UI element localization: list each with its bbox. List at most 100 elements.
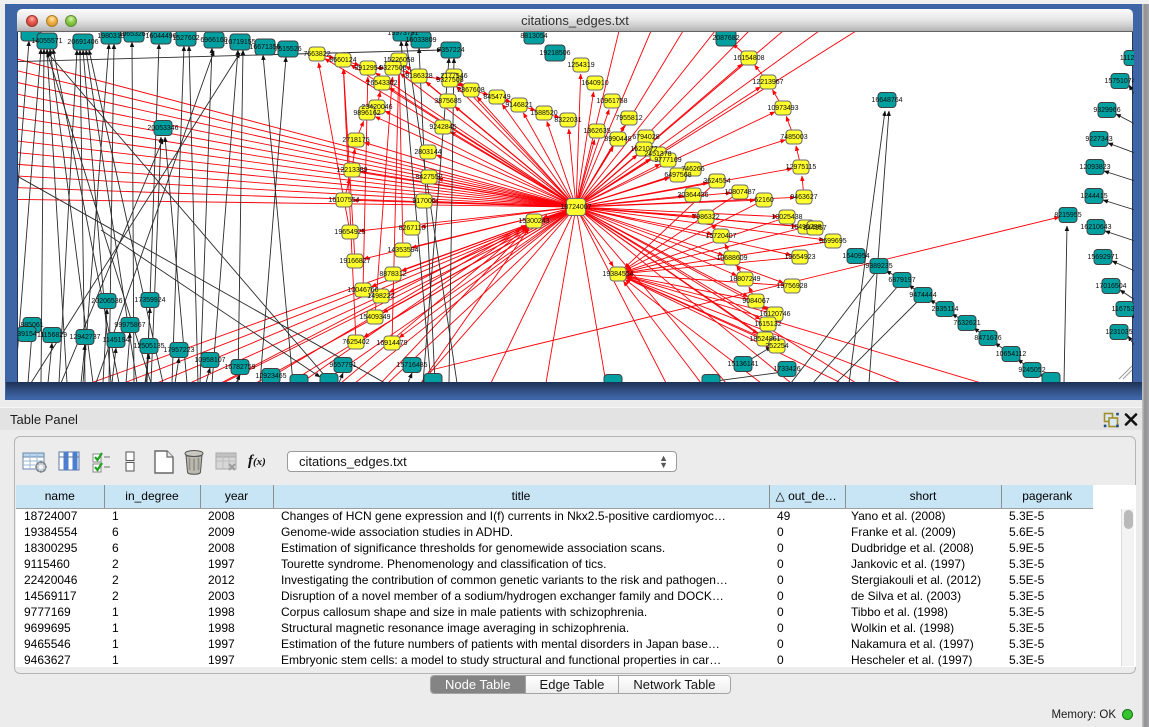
svg-text:12923465: 12923465 <box>255 373 286 380</box>
svg-text:19654923: 19654923 <box>784 254 815 261</box>
svg-text:7625402: 7625402 <box>342 339 369 346</box>
svg-text:99975867: 99975867 <box>114 322 145 329</box>
svg-text:1527602: 1527602 <box>172 35 199 42</box>
svg-text:8912954: 8912954 <box>354 65 381 72</box>
svg-text:885061: 885061 <box>20 322 43 329</box>
svg-text:252254: 252254 <box>765 343 788 350</box>
svg-text:10961758: 10961758 <box>596 98 627 105</box>
svg-text:2087682: 2087682 <box>712 35 739 42</box>
svg-text:18524861: 18524861 <box>749 336 780 343</box>
svg-text:15136141: 15136141 <box>727 361 758 368</box>
svg-text:8267110: 8267110 <box>399 225 426 232</box>
svg-text:16648764: 16648764 <box>871 97 902 104</box>
svg-text:8878312: 8878312 <box>379 271 406 278</box>
svg-text:8471676: 8471676 <box>974 335 1001 342</box>
svg-text:7663822: 7663822 <box>303 51 330 58</box>
svg-text:9245052: 9245052 <box>1018 367 1045 374</box>
svg-text:7955812: 7955812 <box>615 115 642 122</box>
svg-text:14353594: 14353594 <box>387 247 418 254</box>
svg-text:1145194: 1145194 <box>103 337 130 344</box>
svg-text:1733426: 1733426 <box>773 366 800 373</box>
svg-text:16914479: 16914479 <box>376 340 407 347</box>
svg-text:12213967: 12213967 <box>752 79 783 86</box>
svg-text:9146821: 9146821 <box>505 102 532 109</box>
svg-text:2803144: 2803144 <box>414 149 441 156</box>
svg-text:1231035: 1231035 <box>1105 329 1132 336</box>
svg-text:917006: 917006 <box>412 198 435 205</box>
svg-text:1362635: 1362635 <box>583 128 610 135</box>
svg-text:19384554: 19384554 <box>602 271 633 278</box>
svg-text:12942737: 12942737 <box>69 334 100 341</box>
svg-text:16210643: 16210643 <box>1080 224 1111 231</box>
svg-text:8990448: 8990448 <box>604 136 631 143</box>
svg-text:12213389: 12213389 <box>336 167 367 174</box>
svg-text:16107554: 16107554 <box>328 197 359 204</box>
svg-text:1244415: 1244415 <box>1080 193 1107 200</box>
svg-text:16033809: 16033809 <box>405 37 436 44</box>
svg-text:16782759: 16782759 <box>224 364 255 371</box>
svg-text:6794028: 6794028 <box>632 134 659 141</box>
svg-text:12505135: 12505135 <box>133 343 164 350</box>
svg-text:20691406: 20691406 <box>67 39 98 46</box>
svg-text:10025438: 10025438 <box>771 214 802 221</box>
svg-text:18807249: 18807249 <box>729 276 760 283</box>
svg-text:12975115: 12975115 <box>786 164 817 171</box>
svg-text:18724007: 18724007 <box>560 204 591 211</box>
svg-text:7357224: 7357224 <box>437 47 464 54</box>
svg-text:9389235: 9389235 <box>865 263 892 270</box>
svg-text:62160: 62160 <box>754 197 774 204</box>
svg-text:6879197: 6879197 <box>888 277 915 284</box>
svg-text:16543362: 16543362 <box>366 80 397 87</box>
svg-text:8660124: 8660124 <box>329 57 356 64</box>
svg-text:1588520: 1588520 <box>530 110 557 117</box>
svg-text:8322031: 8322031 <box>554 117 581 124</box>
svg-text:19166827: 19166827 <box>339 258 370 265</box>
svg-text:6497568: 6497568 <box>664 172 691 179</box>
svg-text:10958107: 10958107 <box>194 357 225 364</box>
svg-text:15692971: 15692971 <box>1087 254 1118 261</box>
svg-text:14055571: 14055571 <box>31 38 62 45</box>
svg-text:9777169: 9777169 <box>654 157 681 164</box>
svg-text:10688609: 10688609 <box>716 255 747 262</box>
svg-text:15751074: 15751074 <box>1104 78 1134 85</box>
svg-text:9463627: 9463627 <box>790 194 817 201</box>
svg-text:3875685: 3875685 <box>434 98 461 105</box>
svg-text:8454749: 8454749 <box>483 94 510 101</box>
svg-text:1640910: 1640910 <box>581 80 608 87</box>
svg-text:9699695: 9699695 <box>819 238 846 245</box>
svg-text:8186328: 8186328 <box>405 73 432 80</box>
svg-text:15716485: 15716485 <box>396 362 427 369</box>
svg-text:8813054: 8813054 <box>520 33 547 40</box>
svg-text:11156829: 11156829 <box>37 332 67 339</box>
svg-text:1640954: 1640954 <box>842 253 869 260</box>
svg-text:2867608: 2867608 <box>457 87 484 94</box>
svg-text:15300243: 15300243 <box>518 218 549 225</box>
svg-text:8427552: 8427552 <box>415 174 442 181</box>
svg-text:20053346: 20053346 <box>147 125 178 132</box>
svg-text:39154: 39154 <box>18 331 37 338</box>
svg-text:7515526: 7515526 <box>274 46 301 53</box>
svg-text:7485003: 7485003 <box>780 134 807 141</box>
svg-text:15409349: 15409349 <box>359 314 390 321</box>
svg-text:9327508: 9327508 <box>436 77 463 84</box>
svg-text:17359924: 17359924 <box>134 297 165 304</box>
svg-text:9657791: 9657791 <box>329 362 356 369</box>
svg-text:1498222: 1498222 <box>367 293 394 300</box>
svg-text:2935114: 2935114 <box>932 306 959 313</box>
svg-text:9474444: 9474444 <box>909 292 936 299</box>
svg-text:17957223: 17957223 <box>163 347 194 354</box>
svg-text:10973493: 10973493 <box>767 105 798 112</box>
svg-text:7632621: 7632621 <box>953 320 980 327</box>
svg-text:19218506: 19218506 <box>539 50 570 57</box>
svg-text:19756928: 19756928 <box>776 283 807 290</box>
svg-text:1167533: 1167533 <box>1112 306 1134 313</box>
svg-text:8215955: 8215955 <box>1054 212 1081 219</box>
svg-text:12093823: 12093823 <box>1079 164 1110 171</box>
svg-text:1615132: 1615132 <box>754 321 781 328</box>
svg-text:10807487: 10807487 <box>724 189 755 196</box>
svg-text:16154808: 16154808 <box>733 55 764 62</box>
svg-text:1112753: 1112753 <box>1120 55 1134 62</box>
svg-text:17016504: 17016504 <box>1095 283 1126 290</box>
svg-text:844957: 844957 <box>803 225 826 232</box>
svg-text:9084067: 9084067 <box>742 298 769 305</box>
